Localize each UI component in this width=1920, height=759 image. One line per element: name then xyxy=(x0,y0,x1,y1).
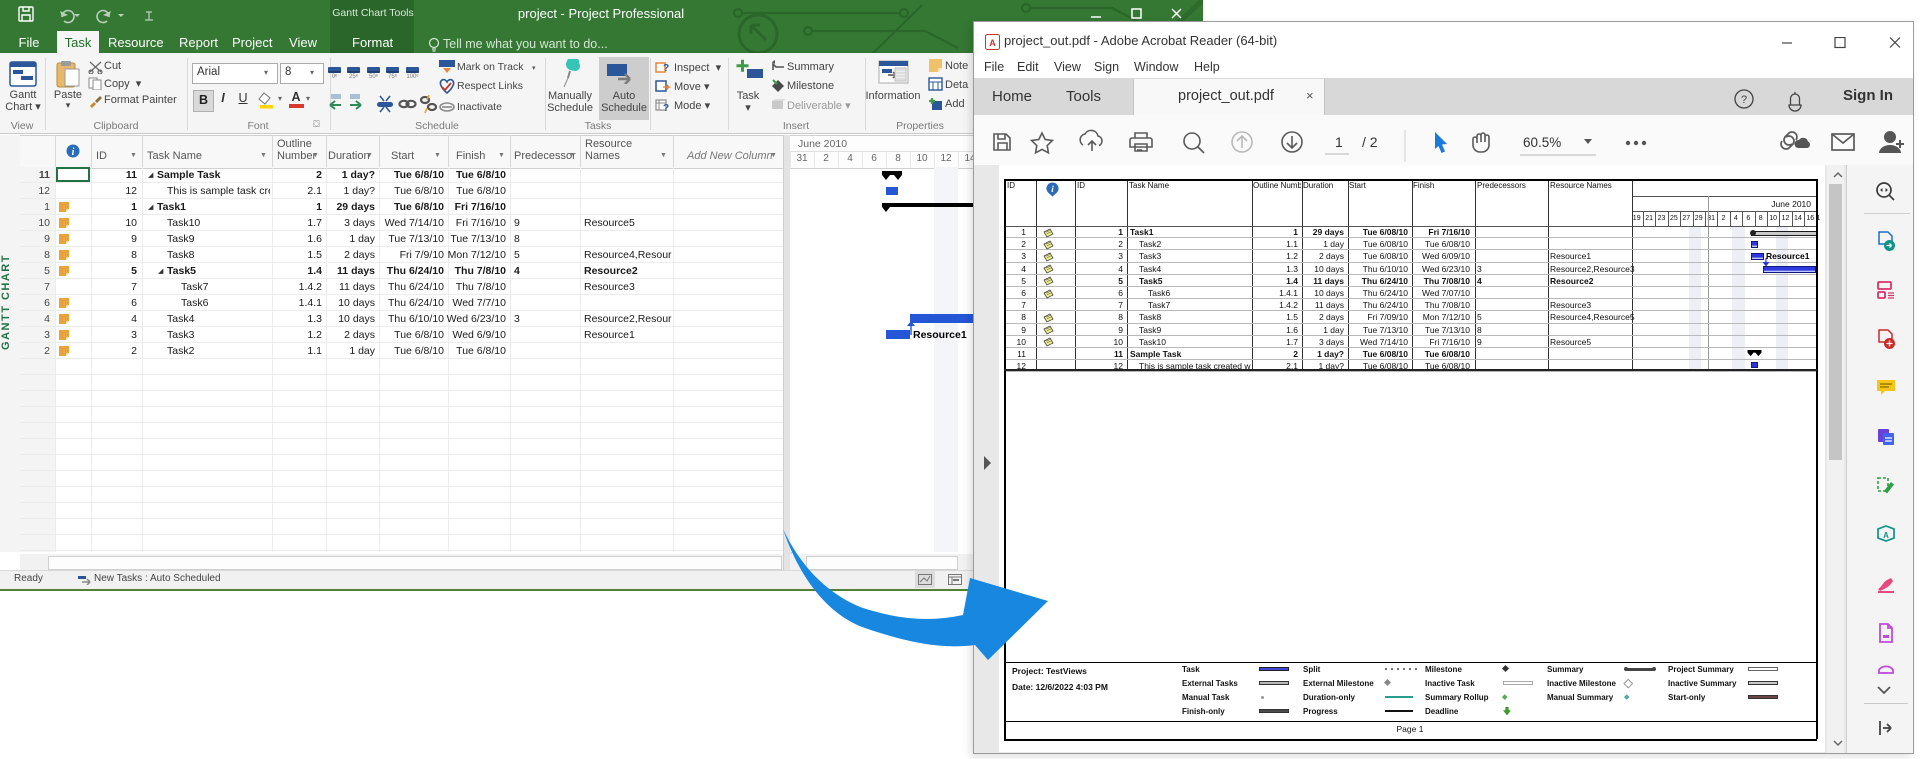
svg-text:i: i xyxy=(72,147,75,158)
svg-text:60.5%: 60.5% xyxy=(1523,135,1561,150)
svg-text:A: A xyxy=(1883,531,1889,540)
svg-text:A: A xyxy=(989,38,996,48)
svg-text:?: ? xyxy=(663,63,669,74)
svg-text:?: ? xyxy=(663,103,669,112)
svg-text:/ 2: / 2 xyxy=(1362,134,1378,150)
svg-text:1: 1 xyxy=(1335,134,1343,150)
svg-text:?: ? xyxy=(1741,94,1747,106)
